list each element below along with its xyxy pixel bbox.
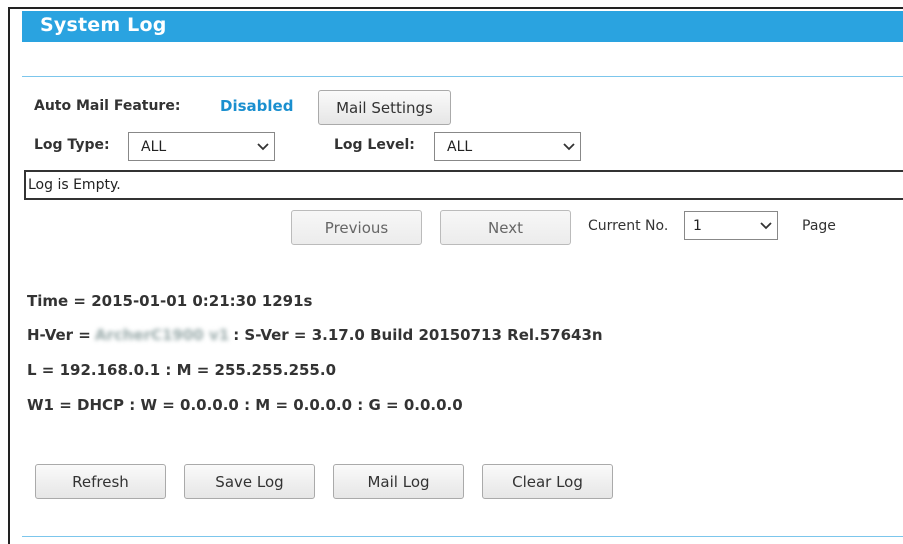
log-content-text: Log is Empty.	[28, 177, 121, 193]
divider-top	[22, 76, 903, 77]
auto-mail-label: Auto Mail Feature:	[34, 98, 181, 114]
log-type-value: ALL	[141, 138, 167, 155]
sver-text: : S-Ver = 3.17.0 Build 20150713 Rel.5764…	[233, 326, 603, 344]
hardware-version-value: ArcherC1900 v1	[94, 326, 230, 344]
next-button[interactable]: Next	[440, 210, 571, 245]
chevron-down-icon	[558, 142, 580, 151]
log-level-label: Log Level:	[334, 137, 415, 153]
log-content-box: Log is Empty.	[24, 170, 903, 200]
refresh-button[interactable]: Refresh	[35, 464, 166, 499]
lan-line: L = 192.168.0.1 : M = 255.255.255.0	[27, 361, 337, 379]
mail-settings-button[interactable]: Mail Settings	[318, 90, 451, 125]
clear-log-button[interactable]: Clear Log	[482, 464, 613, 499]
save-log-button[interactable]: Save Log	[184, 464, 315, 499]
wan-line: W1 = DHCP : W = 0.0.0.0 : M = 0.0.0.0 : …	[27, 396, 463, 414]
page-label: Page	[802, 218, 836, 234]
mail-log-button[interactable]: Mail Log	[333, 464, 464, 499]
log-level-select[interactable]: ALL	[434, 132, 581, 161]
log-level-value: ALL	[447, 138, 473, 155]
current-page-select[interactable]: 1	[684, 211, 778, 240]
previous-button[interactable]: Previous	[291, 210, 422, 245]
auto-mail-status: Disabled	[220, 97, 294, 115]
log-type-select[interactable]: ALL	[128, 132, 275, 161]
page-title: System Log	[40, 14, 167, 36]
log-type-label: Log Type:	[34, 137, 110, 153]
hver-prefix: H-Ver =	[27, 326, 91, 344]
title-bar: System Log	[22, 11, 903, 42]
divider-bottom	[22, 536, 903, 537]
version-line: H-Ver = ArcherC1900 v1: S-Ver = 3.17.0 Bu…	[27, 326, 603, 344]
time-line: Time = 2015-01-01 0:21:30 1291s	[27, 292, 313, 310]
chevron-down-icon	[252, 142, 274, 151]
current-page-value: 1	[693, 217, 702, 234]
chevron-down-icon	[755, 221, 777, 230]
current-no-label: Current No.	[588, 218, 669, 234]
